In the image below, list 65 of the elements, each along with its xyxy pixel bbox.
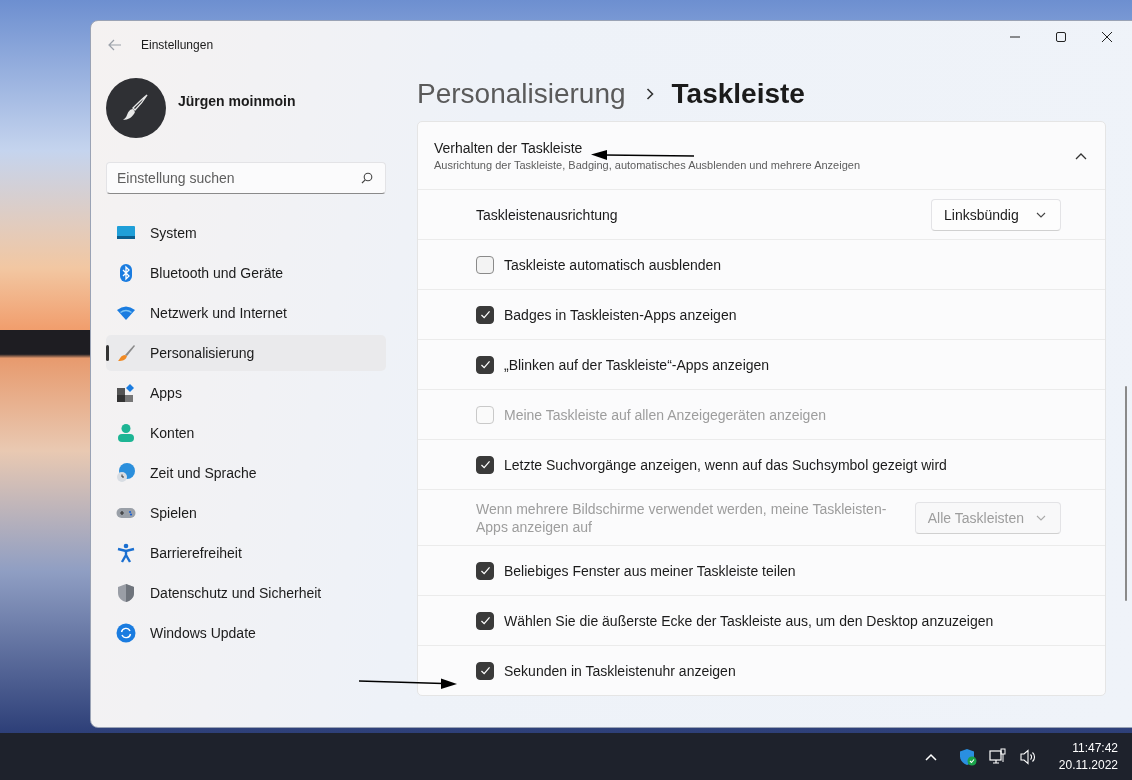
nav-item[interactable]: Bluetooth und Geräte <box>106 255 386 291</box>
checkbox[interactable] <box>476 455 494 474</box>
globe-clock-icon <box>116 463 136 483</box>
setting-label: Wenn mehrere Bildschirme verwendet werden, meine Taskleisten-Apps anzeigen auf <box>476 499 888 536</box>
checkbox[interactable] <box>476 611 494 630</box>
nav-item[interactable]: Spielen <box>106 495 386 531</box>
checkbox-label: Meine Taskleiste auf allen Anzeigegeräten anzeigen <box>504 406 826 423</box>
checkbox[interactable] <box>476 355 494 374</box>
nav-item[interactable]: Apps <box>106 375 386 411</box>
chevron-right-icon <box>645 88 654 100</box>
check-icon <box>479 666 491 675</box>
checkbox-label: Letzte Suchvorgänge anzeigen, wenn auf das Suchsymbol gezeigt wird <box>504 456 947 473</box>
dropdown[interactable]: Linksbündig <box>931 198 1061 231</box>
check-icon <box>479 460 491 469</box>
volume-icon[interactable] <box>1018 747 1037 766</box>
clock[interactable]: 11:47:42 20.11.2022 <box>1058 739 1118 774</box>
close-icon <box>1102 32 1112 42</box>
search-icon[interactable] <box>361 172 373 184</box>
network-icon[interactable] <box>988 747 1007 766</box>
maximize-icon <box>1056 32 1066 42</box>
checkbox-label: Wählen Sie die äußerste Ecke der Taskleiste aus, um den Desktop anzuzeigen <box>504 612 994 629</box>
chevron-icon[interactable] <box>1075 151 1087 160</box>
chevron-up-icon[interactable] <box>924 752 937 761</box>
scrollbar[interactable] <box>1125 386 1127 601</box>
nav-item[interactable]: Konten <box>106 415 386 451</box>
breadcrumb-link[interactable]: Personalisierung <box>417 78 626 110</box>
checkbox[interactable] <box>476 661 494 680</box>
user-name: Jürgen moinmoin <box>178 93 296 109</box>
brush-avatar-icon[interactable] <box>106 78 166 138</box>
chevron-down-icon <box>1036 211 1046 218</box>
checkbox-label: Beliebiges Fenster aus meiner Taskleiste teilen <box>504 562 796 579</box>
setting-label: Taskleistenausrichtung <box>476 205 619 224</box>
nav-item[interactable]: Netzwerk und Internet <box>106 295 386 331</box>
nav-item[interactable]: Zeit und Sprache <box>106 455 386 491</box>
checkbox[interactable] <box>476 305 494 324</box>
checkbox-label: „Blinken auf der Taskleiste“-Apps anzeigen <box>504 356 770 373</box>
checkbox[interactable] <box>476 561 494 580</box>
checkbox[interactable] <box>476 255 494 274</box>
selection-indicator <box>106 345 109 361</box>
check-icon <box>479 360 491 369</box>
section-header[interactable]: Verhalten der Taskleiste Ausrichtung der Taskleiste, Badging, automatisches Ausblenden und mehrere Anzeigen <box>418 122 1105 189</box>
check-icon <box>479 566 491 575</box>
nav-item[interactable]: Personalisierung <box>106 335 386 371</box>
window-title: Einstellungen <box>141 38 214 52</box>
shield-icon <box>116 583 136 603</box>
nav-item[interactable]: Datenschutz und Sicherheit <box>106 575 386 611</box>
section-title: Verhalten der Taskleiste <box>434 140 583 156</box>
apps-icon <box>116 383 136 403</box>
nav-item[interactable]: Windows Update <box>106 615 386 651</box>
accessibility-icon <box>116 543 136 563</box>
checkbox-label: Taskleiste automatisch ausblenden <box>504 256 722 273</box>
sync-icon <box>116 623 136 643</box>
check-icon <box>479 310 491 319</box>
person-icon <box>116 423 136 443</box>
page-title: Taskleiste <box>671 78 805 110</box>
brush-icon <box>116 343 136 363</box>
chevron-down-icon <box>1036 514 1046 521</box>
check-icon <box>479 616 491 625</box>
section-description: Ausrichtung der Taskleiste, Badging, automatisches Ausblenden und mehrere Anzeigen <box>434 159 860 171</box>
checkbox-label: Sekunden in Taskleistenuhr anzeigen <box>504 662 736 679</box>
shield-check-icon[interactable] <box>958 747 977 766</box>
search-field[interactable]: Einstellung suchen <box>106 162 386 194</box>
checkbox-label: Badges in Taskleisten-Apps anzeigen <box>504 306 737 323</box>
nav-item[interactable]: System <box>106 215 386 251</box>
nav-item[interactable]: Barrierefreiheit <box>106 535 386 571</box>
